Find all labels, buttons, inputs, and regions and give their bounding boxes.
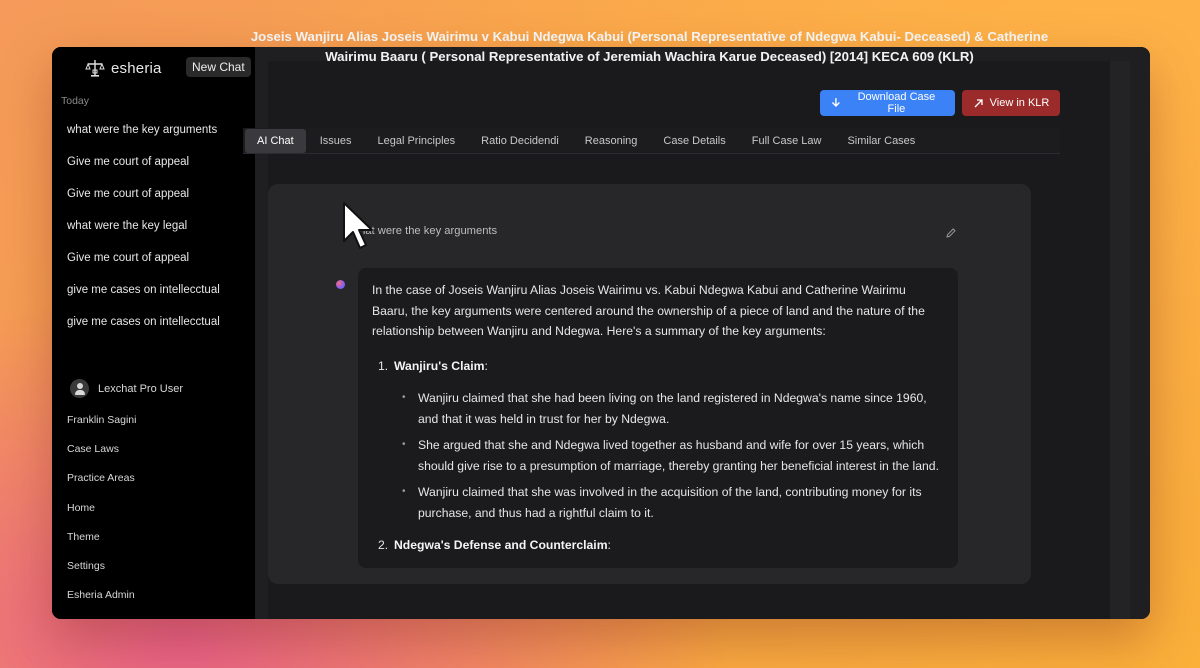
- answer-intro: In the case of Joseis Wanjiru Alias Jose…: [372, 283, 925, 338]
- menu-item-theme[interactable]: Theme: [67, 530, 136, 559]
- history-item[interactable]: give me cases on intellecctual: [67, 314, 220, 346]
- assistant-answer: In the case of Joseis Wanjiru Alias Jose…: [358, 268, 958, 568]
- tab-case-details[interactable]: Case Details: [651, 129, 737, 153]
- scrollbar[interactable]: [1110, 61, 1130, 619]
- tab-reasoning[interactable]: Reasoning: [573, 129, 650, 153]
- history-item[interactable]: Give me court of appeal: [67, 250, 220, 282]
- download-label: Download Case File: [857, 91, 936, 115]
- history-item[interactable]: what were the key arguments: [67, 122, 220, 154]
- case-tabs: AI Chat Issues Legal Principles Ratio De…: [243, 128, 1060, 154]
- bullet-item: Wanjiru claimed that she had been living…: [402, 388, 944, 429]
- scales-logo-icon: [85, 60, 105, 77]
- point-number: 2.: [378, 538, 389, 552]
- view-label: View in KLR: [989, 97, 1050, 109]
- point-title: Wanjiru's Claim: [394, 358, 485, 373]
- brand-name: esheria: [111, 59, 162, 77]
- point-bullets: Wanjiru claimed that she had been living…: [378, 388, 944, 523]
- assistant-avatar-icon: [336, 280, 345, 289]
- history-item[interactable]: Give me court of appeal: [67, 186, 220, 218]
- menu-item-practice-areas[interactable]: Practice Areas: [67, 471, 136, 500]
- today-section-label: Today: [61, 95, 90, 107]
- menu-item-case-laws[interactable]: Case Laws: [67, 442, 136, 471]
- tab-ratio-decidendi[interactable]: Ratio Decidendi: [469, 129, 571, 153]
- tab-issues[interactable]: Issues: [308, 129, 364, 153]
- menu-item-settings[interactable]: Settings: [67, 559, 136, 588]
- user-avatar-icon: [70, 379, 89, 398]
- menu-item-franklin-sagini[interactable]: Franklin Sagini: [67, 413, 136, 442]
- point-number: 1.: [378, 358, 389, 373]
- chat-history-list: what were the key arguments Give me cour…: [67, 122, 220, 346]
- bullet-item: She argued that she and Ndegwa lived tog…: [402, 435, 944, 476]
- answer-point: 1.Wanjiru's Claim: Wanjiru claimed that …: [378, 356, 944, 524]
- sidebar: esheria New Chat Today what were the key…: [52, 47, 255, 619]
- history-item[interactable]: give me cases on intellecctual: [67, 282, 220, 314]
- brand[interactable]: esheria: [85, 58, 162, 78]
- new-chat-button[interactable]: New Chat: [186, 57, 251, 77]
- external-link-icon: [974, 98, 983, 107]
- case-title: Joseis Wanjiru Alias Joseis Wairimu v Ka…: [250, 29, 1049, 64]
- user-name: Lexchat Pro User: [98, 382, 183, 395]
- download-case-file-button[interactable]: Download Case File: [820, 90, 955, 116]
- menu-item-esheria-admin[interactable]: Esheria Admin: [67, 588, 136, 617]
- view-in-klr-button[interactable]: View in KLR: [962, 90, 1060, 116]
- point-title: Ndegwa's Defense and Counterclaim: [394, 538, 608, 552]
- tab-ai-chat[interactable]: AI Chat: [245, 128, 306, 153]
- sidebar-menu: Franklin Sagini Case Laws Practice Areas…: [67, 413, 136, 617]
- tab-legal-principles[interactable]: Legal Principles: [365, 129, 467, 153]
- tab-full-case-law[interactable]: Full Case Law: [740, 129, 834, 153]
- history-item[interactable]: Give me court of appeal: [67, 154, 220, 186]
- answer-points: 1.Wanjiru's Claim: Wanjiru claimed that …: [372, 356, 944, 556]
- bullet-item: Wanjiru claimed that she was involved in…: [402, 482, 944, 523]
- download-icon: [831, 98, 840, 107]
- history-item[interactable]: what were the key legal: [67, 218, 220, 250]
- answer-point: 2. Ndegwa's Defense and Counterclaim:: [378, 535, 944, 556]
- mouse-pointer-icon: [343, 202, 373, 249]
- tab-similar-cases[interactable]: Similar Cases: [835, 129, 927, 153]
- edit-pencil-icon[interactable]: [945, 227, 957, 239]
- menu-item-home[interactable]: Home: [67, 501, 136, 530]
- user-profile[interactable]: Lexchat Pro User: [70, 379, 183, 398]
